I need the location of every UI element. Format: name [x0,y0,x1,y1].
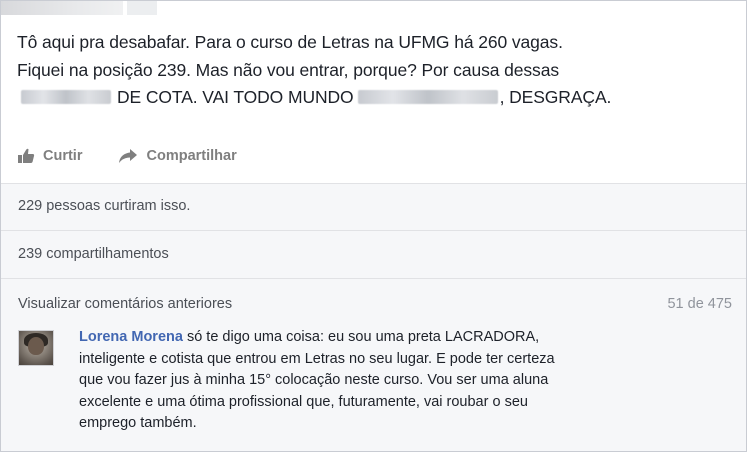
post-line-1: Tô aqui pra desabafar. Para o curso de L… [17,32,563,52]
comment-line-3: que vou fazer jus à minha 15° colocação … [79,372,549,389]
author-meta-blurred [127,1,157,15]
like-button[interactable]: Curtir [17,148,82,164]
share-label: Compartilhar [146,148,237,164]
comment-line-4: excelente e uma ótima profissional que, … [79,393,528,410]
comment: Lorena Morena só te digo uma coisa: eu s… [79,327,719,435]
comment-line-5: emprego também. [79,415,197,432]
author-name-blurred [1,1,123,15]
facebook-post: Tô aqui pra desabafar. Para o curso de L… [0,0,747,452]
post-line-3-part-1: DE COTA. VAI TODO MUNDO [117,87,354,107]
share-arrow-icon [119,149,138,163]
post-body: Tô aqui pra desabafar. Para o curso de L… [17,29,732,112]
post-line-3-part-2: , DESGRAÇA. [499,87,612,107]
post-line-3: DE COTA. VAI TODO MUNDO , DESGRAÇA. [17,84,732,112]
thumbs-up-icon [18,148,35,163]
shares-summary[interactable]: 239 compartilhamentos [18,246,169,262]
avatar[interactable] [18,330,54,366]
comment-line-1: Lorena Morena só te digo uma coisa: eu s… [79,327,719,349]
divider [1,278,746,279]
likes-summary[interactable]: 229 pessoas curtiram isso. [18,198,190,214]
post-actions-bar: Curtir Compartilhar [17,141,273,171]
censored-phrase [357,89,498,104]
comments-pager: 51 de 475 [667,296,732,312]
share-button[interactable]: Compartilhar [118,148,237,164]
view-previous-comments-link[interactable]: Visualizar comentários anteriores [18,296,232,312]
feedback-section: 229 pessoas curtiram isso. 239 compartil… [1,183,746,451]
comment-line-2: inteligente e cotista que entrou em Letr… [79,350,555,367]
divider [1,230,746,231]
post-header-cropped [1,1,746,19]
avatar-face [28,337,44,355]
comment-text-1: só te digo uma coisa: eu sou uma preta L… [182,329,540,345]
censored-word [21,89,111,104]
post-line-2: Fiquei na posição 239. Mas não vou entra… [17,59,559,80]
comment-author-link[interactable]: Lorena Morena [79,329,183,345]
like-label: Curtir [43,148,83,164]
